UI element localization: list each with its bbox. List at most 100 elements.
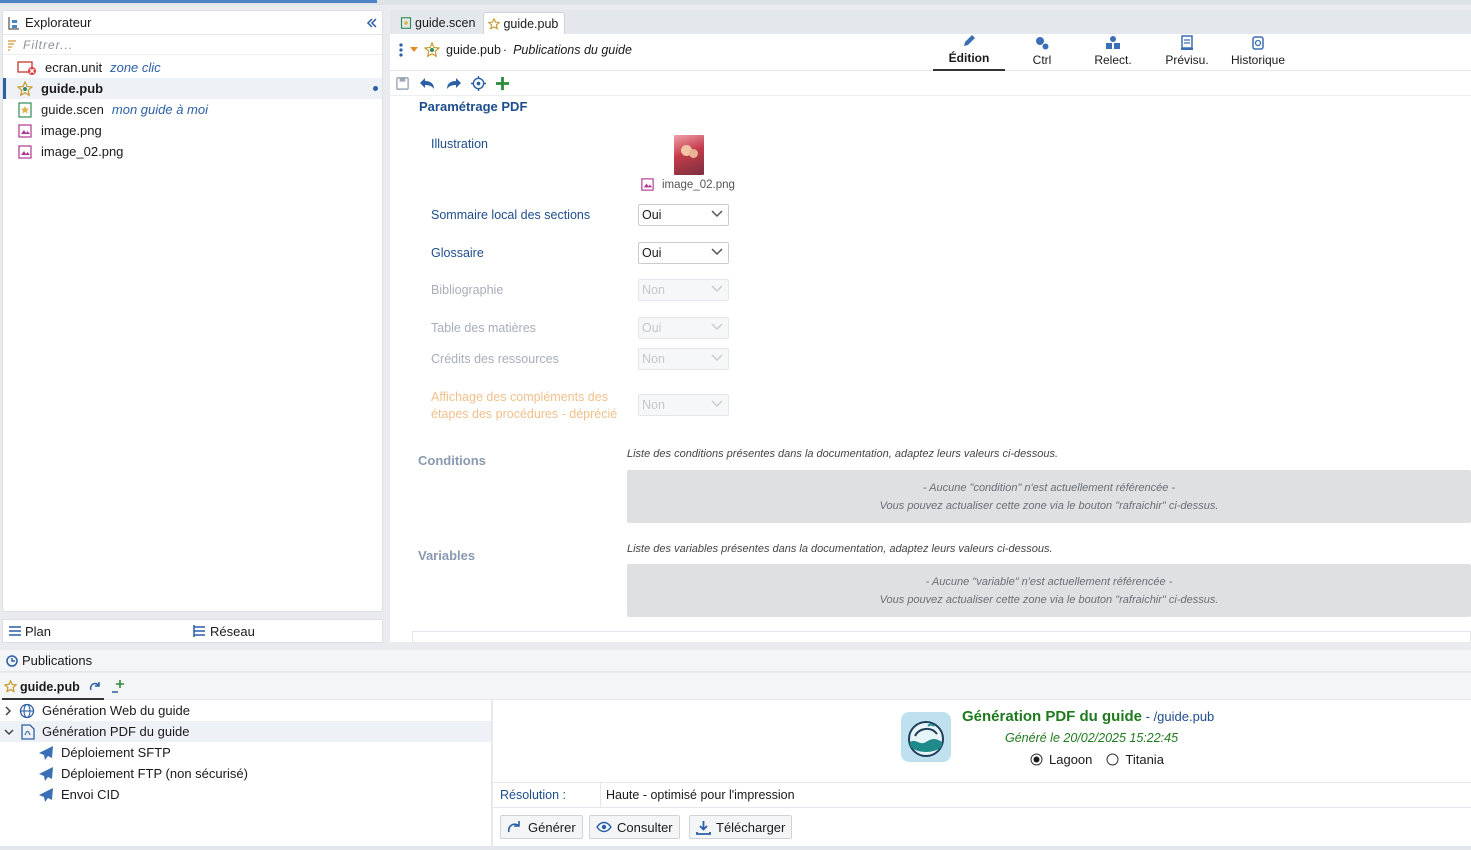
select-sommaire[interactable]: Oui bbox=[638, 204, 729, 226]
more-menu-icon[interactable] bbox=[398, 42, 404, 58]
empty-line-1: - Aucune "variable" n'est actuellement r… bbox=[925, 576, 1173, 588]
tab-ctrl[interactable]: Ctrl bbox=[1016, 34, 1068, 71]
variables-empty-box: - Aucune "variable" n'est actuellement r… bbox=[627, 564, 1471, 617]
select-table-matieres[interactable]: Oui bbox=[638, 317, 729, 339]
tree-item-web[interactable]: Génération Web du guide bbox=[0, 700, 491, 721]
resolution-value[interactable]: Haute - optimisé pour l'impression bbox=[600, 783, 1471, 807]
radio-label: Titania bbox=[1125, 752, 1164, 767]
tab-edition[interactable]: Édition bbox=[933, 34, 1005, 71]
tab-label: Historique bbox=[1230, 53, 1286, 67]
radio-lagoon[interactable] bbox=[1030, 753, 1043, 766]
scen-icon bbox=[17, 101, 33, 118]
dropdown-arrow-icon[interactable] bbox=[410, 47, 418, 53]
select-credits[interactable]: Non bbox=[638, 348, 729, 370]
field-label-complements: Affichage des compléments des étapes des… bbox=[431, 389, 617, 423]
undo-icon[interactable] bbox=[419, 76, 436, 91]
tab-historique[interactable]: Historique bbox=[1226, 34, 1290, 71]
doc-subtitle: Publications du guide bbox=[513, 43, 632, 57]
tab-reseau[interactable]: Réseau bbox=[186, 624, 369, 639]
select-glossaire[interactable]: Oui bbox=[638, 242, 729, 264]
tab-guide-pub[interactable]: guide.pub bbox=[2, 675, 104, 700]
radio-titania[interactable] bbox=[1106, 753, 1119, 766]
explorer-title: Explorateur bbox=[25, 15, 92, 30]
tree-item-pdf[interactable]: Génération PDF du guide bbox=[0, 721, 491, 742]
tab-previsu[interactable]: Prévisu. bbox=[1160, 34, 1214, 71]
tree-item-image-png[interactable]: image.png bbox=[3, 120, 382, 141]
gears-icon bbox=[1034, 35, 1050, 51]
select-bibliographie[interactable]: Non bbox=[638, 279, 729, 301]
target-icon[interactable] bbox=[471, 75, 486, 91]
download-icon bbox=[696, 820, 711, 835]
collapse-icon[interactable] bbox=[366, 17, 378, 29]
chevron-down-icon[interactable] bbox=[4, 728, 14, 736]
tab-relect[interactable]: Relect. bbox=[1086, 34, 1140, 71]
review-icon bbox=[1104, 35, 1122, 51]
tree-item-label: Déploiement SFTP bbox=[61, 745, 171, 760]
tree-item-name: image.png bbox=[41, 123, 102, 138]
chevron-right-icon[interactable] bbox=[4, 705, 12, 716]
link-icon[interactable] bbox=[89, 681, 103, 693]
add-publication-icon[interactable] bbox=[111, 679, 127, 693]
select-value: Non bbox=[642, 398, 665, 412]
select-complements[interactable]: Non bbox=[638, 394, 729, 416]
skin-radios: Lagoon Titania bbox=[1030, 752, 1164, 767]
conditions-empty-box: - Aucune "condition" n'est actuellement … bbox=[627, 470, 1471, 523]
publications-tree: Génération Web du guide Génération PDF d… bbox=[0, 700, 492, 846]
tree-item-ecran-unit[interactable]: ecran.unit zone clic bbox=[3, 57, 382, 78]
modified-dot bbox=[373, 86, 378, 91]
illustration-thumbnail[interactable] bbox=[674, 135, 704, 175]
chevron-down-icon bbox=[711, 323, 723, 331]
field-label-bibliographie: Bibliographie bbox=[431, 283, 504, 297]
detail-path: - /guide.pub bbox=[1142, 709, 1215, 724]
select-value: Oui bbox=[642, 321, 662, 335]
tree-item-label: Génération PDF du guide bbox=[42, 724, 190, 739]
consult-button[interactable]: Consulter bbox=[589, 815, 680, 839]
image-icon bbox=[17, 123, 33, 139]
resolution-row: Résolution : Haute - optimisé pour l'imp… bbox=[493, 782, 1471, 808]
tree-item-name: guide.scen bbox=[41, 102, 104, 117]
label-line-2: étapes des procédures - déprécié bbox=[431, 407, 618, 421]
filter-field[interactable]: Filtrer... bbox=[3, 35, 382, 55]
tree-item-name: ecran.unit bbox=[45, 60, 103, 75]
tab-label: Ctrl bbox=[1032, 53, 1052, 67]
unit-error-icon bbox=[17, 60, 37, 76]
redo-icon[interactable] bbox=[445, 76, 462, 91]
generate-button[interactable]: Générer bbox=[500, 815, 583, 839]
image-icon bbox=[17, 144, 33, 160]
radio-label: Lagoon bbox=[1049, 752, 1093, 767]
label-line-1: Affichage des compléments des bbox=[431, 390, 608, 404]
tab-guide-pub[interactable]: guide.pub bbox=[483, 12, 566, 34]
illustration-file[interactable]: image_02.png bbox=[640, 177, 735, 192]
send-icon bbox=[38, 787, 54, 803]
tree-item-cid[interactable]: Envoi CID bbox=[0, 784, 491, 805]
tree-item-label: Déploiement FTP (non sécurisé) bbox=[61, 766, 248, 781]
add-icon[interactable] bbox=[495, 76, 510, 91]
save-icon[interactable] bbox=[395, 76, 410, 91]
editor-tabs: guide.scen guide.pub bbox=[390, 10, 1471, 34]
field-label-glossaire: Glossaire bbox=[431, 246, 484, 260]
pub-icon bbox=[4, 680, 17, 693]
tab-guide-scen[interactable]: guide.scen bbox=[396, 12, 482, 34]
eye-icon bbox=[596, 821, 612, 833]
button-label: Consulter bbox=[617, 819, 673, 835]
tree-item-sftp[interactable]: Déploiement SFTP bbox=[0, 742, 491, 763]
tab-label: guide.scen bbox=[415, 16, 476, 30]
tree-item-guide-scen[interactable]: guide.scen mon guide à moi bbox=[3, 99, 382, 120]
detail-title: Génération PDF du guide bbox=[962, 708, 1143, 725]
tree-item-label: Envoi CID bbox=[61, 787, 120, 802]
tree-item-ftp[interactable]: Déploiement FTP (non sécurisé) bbox=[0, 763, 491, 784]
select-value: Non bbox=[642, 352, 665, 366]
variables-description: Liste des variables présentes dans la do… bbox=[627, 543, 1053, 555]
explorer-panel: Explorateur Filtrer... ecran.unit zone c… bbox=[2, 10, 383, 612]
tree-item-image-02-png[interactable]: image_02.png bbox=[3, 141, 382, 162]
lagoon-logo bbox=[901, 712, 951, 762]
tab-label: Relect. bbox=[1094, 53, 1132, 67]
tab-label: Plan bbox=[25, 623, 52, 639]
tab-label: guide.pub bbox=[20, 679, 80, 694]
tab-plan[interactable]: Plan bbox=[3, 624, 186, 639]
illustration-filename: image_02.png bbox=[662, 178, 735, 191]
download-button[interactable]: Télécharger bbox=[689, 815, 793, 839]
editor-panel: guide.pub · Publications du guide Éditio… bbox=[390, 34, 1471, 642]
conditions-title: Conditions bbox=[418, 453, 486, 468]
tree-item-guide-pub[interactable]: guide.pub bbox=[3, 78, 382, 99]
